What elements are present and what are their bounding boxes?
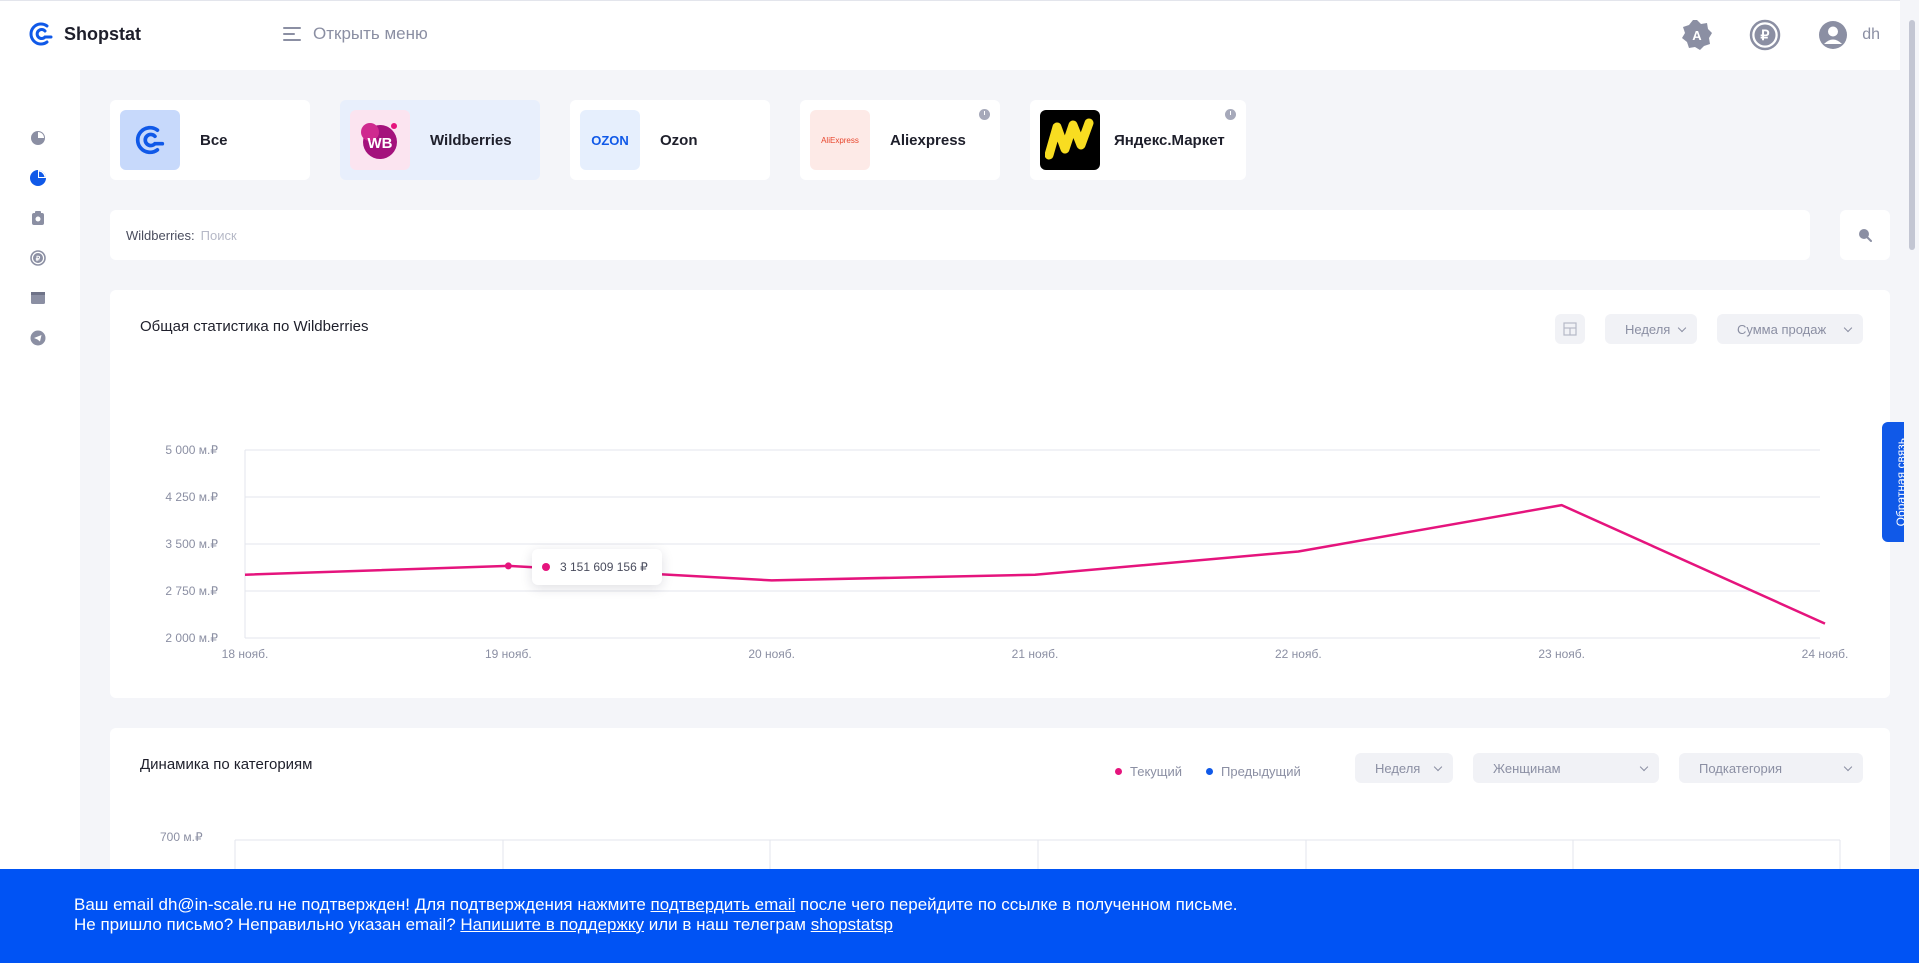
svg-text:A: A bbox=[1693, 28, 1703, 43]
wildberries-logo-icon: WB bbox=[350, 110, 410, 170]
banner-text: Не пришло письмо? Неправильно указан ema… bbox=[74, 915, 461, 934]
x-axis-tick-label: 19 нояб. bbox=[485, 647, 532, 661]
ruble-icon[interactable]: ₽ bbox=[28, 248, 48, 268]
x-axis-tick-label: 24 нояб. bbox=[1802, 647, 1849, 661]
banner-line-1: Ваш email dh@in-scale.ru не подтвержден!… bbox=[74, 895, 1919, 915]
menu-icon bbox=[283, 27, 301, 41]
theme-badge-icon[interactable]: A bbox=[1680, 18, 1714, 52]
marketplace-label: Ozon bbox=[660, 131, 698, 149]
svg-text:AliExpress: AliExpress bbox=[821, 136, 859, 145]
svg-text:OZON: OZON bbox=[591, 133, 629, 148]
marketplace-tab-yandex-market[interactable]: Яндекс.Маркет bbox=[1030, 100, 1246, 180]
dashboard-icon[interactable] bbox=[28, 128, 48, 148]
shopstat-logo-icon bbox=[120, 110, 180, 170]
marketplace-tabs: Все WB Wildberries OZON Ozon AliExpress … bbox=[110, 100, 1246, 180]
products-box-icon[interactable] bbox=[28, 208, 48, 228]
svg-text:WB: WB bbox=[368, 135, 393, 152]
marketplace-label: Wildberries bbox=[430, 131, 512, 149]
user-avatar-icon[interactable] bbox=[1816, 18, 1850, 52]
marketplace-label: Aliexpress bbox=[890, 131, 966, 149]
top-bar: Shopstat Открыть меню A ₽ dh bbox=[0, 0, 1900, 70]
sales-line-chart: 5 000 м.₽ 4 250 м.₽ 3 500 м.₽ 2 750 м.₽ 2 00… bbox=[165, 443, 1849, 661]
open-menu-button[interactable]: Открыть меню bbox=[283, 24, 428, 44]
clock-icon bbox=[979, 109, 990, 120]
tooltip-dot bbox=[542, 563, 550, 571]
search-input[interactable] bbox=[200, 227, 1601, 243]
analytics-pie-icon[interactable] bbox=[28, 168, 48, 188]
user-name[interactable]: dh bbox=[1862, 26, 1880, 44]
marketplace-tab-ozon[interactable]: OZON Ozon bbox=[570, 100, 770, 180]
telegram-icon[interactable] bbox=[28, 328, 48, 348]
marketplace-label: Яндекс.Маркет bbox=[1114, 131, 1225, 149]
tooltip-value: 3 151 609 156 ₽ bbox=[560, 560, 648, 574]
aliexpress-logo-icon: AliExpress bbox=[810, 110, 870, 170]
clock-icon bbox=[1225, 109, 1236, 120]
page-scrollbar[interactable] bbox=[1904, 0, 1919, 963]
y-axis-tick-label: 3 500 м.₽ bbox=[165, 537, 218, 551]
marketplace-tab-all[interactable]: Все bbox=[110, 100, 310, 180]
banner-line-2: Не пришло письмо? Неправильно указан ema… bbox=[74, 915, 1919, 935]
telegram-link[interactable]: shopstatsp bbox=[811, 915, 893, 934]
search-bar: Wildberries: bbox=[110, 210, 1810, 260]
x-axis-tick-label: 22 нояб. bbox=[1275, 647, 1322, 661]
data-point bbox=[504, 562, 512, 570]
x-axis-tick-label: 23 нояб. bbox=[1538, 647, 1585, 661]
banner-text: после чего перейдите по ссылке в получен… bbox=[795, 895, 1238, 914]
search-prefix: Wildberries: bbox=[126, 227, 195, 243]
sidebar: ₽ bbox=[0, 70, 80, 963]
stats-panel: Общая статистика по Wildberries Неделя С… bbox=[110, 290, 1890, 698]
email-verification-banner: Ваш email dh@in-scale.ru не подтвержден!… bbox=[0, 869, 1919, 963]
search-button[interactable] bbox=[1840, 210, 1890, 260]
logo[interactable]: Shopstat bbox=[28, 21, 141, 47]
marketplace-tab-wildberries[interactable]: WB Wildberries bbox=[340, 100, 540, 180]
x-axis-tick-label: 21 нояб. bbox=[1012, 647, 1059, 661]
calendar-icon[interactable] bbox=[28, 288, 48, 308]
y-axis-tick-label: 4 250 м.₽ bbox=[165, 490, 218, 504]
search-icon bbox=[1859, 229, 1872, 242]
svg-text:₽: ₽ bbox=[1761, 27, 1770, 43]
banner-text: Ваш email dh@in-scale.ru не подтвержден!… bbox=[74, 895, 651, 914]
support-link[interactable]: Напишите в поддержку bbox=[460, 915, 644, 934]
yandex-market-logo-icon bbox=[1040, 110, 1100, 170]
series-line bbox=[244, 503, 1826, 625]
app-name: Shopstat bbox=[64, 23, 142, 44]
balance-icon[interactable]: ₽ bbox=[1748, 18, 1782, 52]
scroll-thumb[interactable] bbox=[1909, 20, 1915, 250]
logo-icon bbox=[29, 22, 53, 46]
svg-text:₽: ₽ bbox=[36, 255, 41, 263]
open-menu-label: Открыть меню bbox=[313, 24, 428, 43]
marketplace-label: Все bbox=[200, 131, 228, 149]
y-axis-tick-label: 2 000 м.₽ bbox=[165, 631, 218, 645]
chart-tooltip: 3 151 609 156 ₽ bbox=[532, 549, 662, 585]
x-axis-tick-label: 18 нояб. bbox=[222, 647, 269, 661]
y-axis-tick-label: 2 750 м.₽ bbox=[165, 584, 218, 598]
banner-text: или в наш телеграм bbox=[644, 915, 811, 934]
marketplace-tab-aliexpress[interactable]: AliExpress Aliexpress bbox=[800, 100, 1000, 180]
y-axis-tick-label: 5 000 м.₽ bbox=[165, 443, 218, 457]
x-axis-tick-label: 20 нояб. bbox=[748, 647, 795, 661]
confirm-email-link[interactable]: подтвердить email bbox=[651, 895, 796, 914]
ozon-logo-icon: OZON bbox=[580, 110, 640, 170]
